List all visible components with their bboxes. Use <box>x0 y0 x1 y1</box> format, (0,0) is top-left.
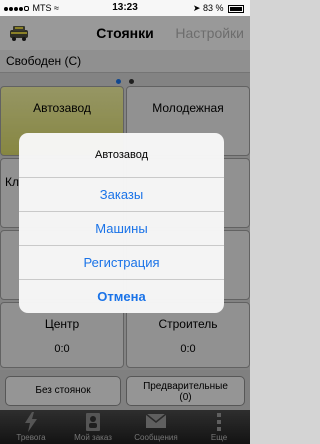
registration-button[interactable]: Регистрация <box>19 245 224 279</box>
action-sheet-dialog: Автозавод Заказы Машины Регистрация Отме… <box>19 133 224 313</box>
orders-button[interactable]: Заказы <box>19 177 224 211</box>
battery-icon <box>228 4 244 13</box>
cars-button[interactable]: Машины <box>19 211 224 245</box>
battery-status: ➤ 83 % <box>193 3 244 14</box>
cancel-button[interactable]: Отмена <box>19 279 224 313</box>
status-bar: MTS ≈ 13:23 ➤ 83 % <box>0 0 250 16</box>
location-arrow-icon: ➤ <box>192 3 201 13</box>
dialog-title: Автозавод <box>94 149 149 161</box>
battery-percent: 83 % <box>202 3 224 13</box>
